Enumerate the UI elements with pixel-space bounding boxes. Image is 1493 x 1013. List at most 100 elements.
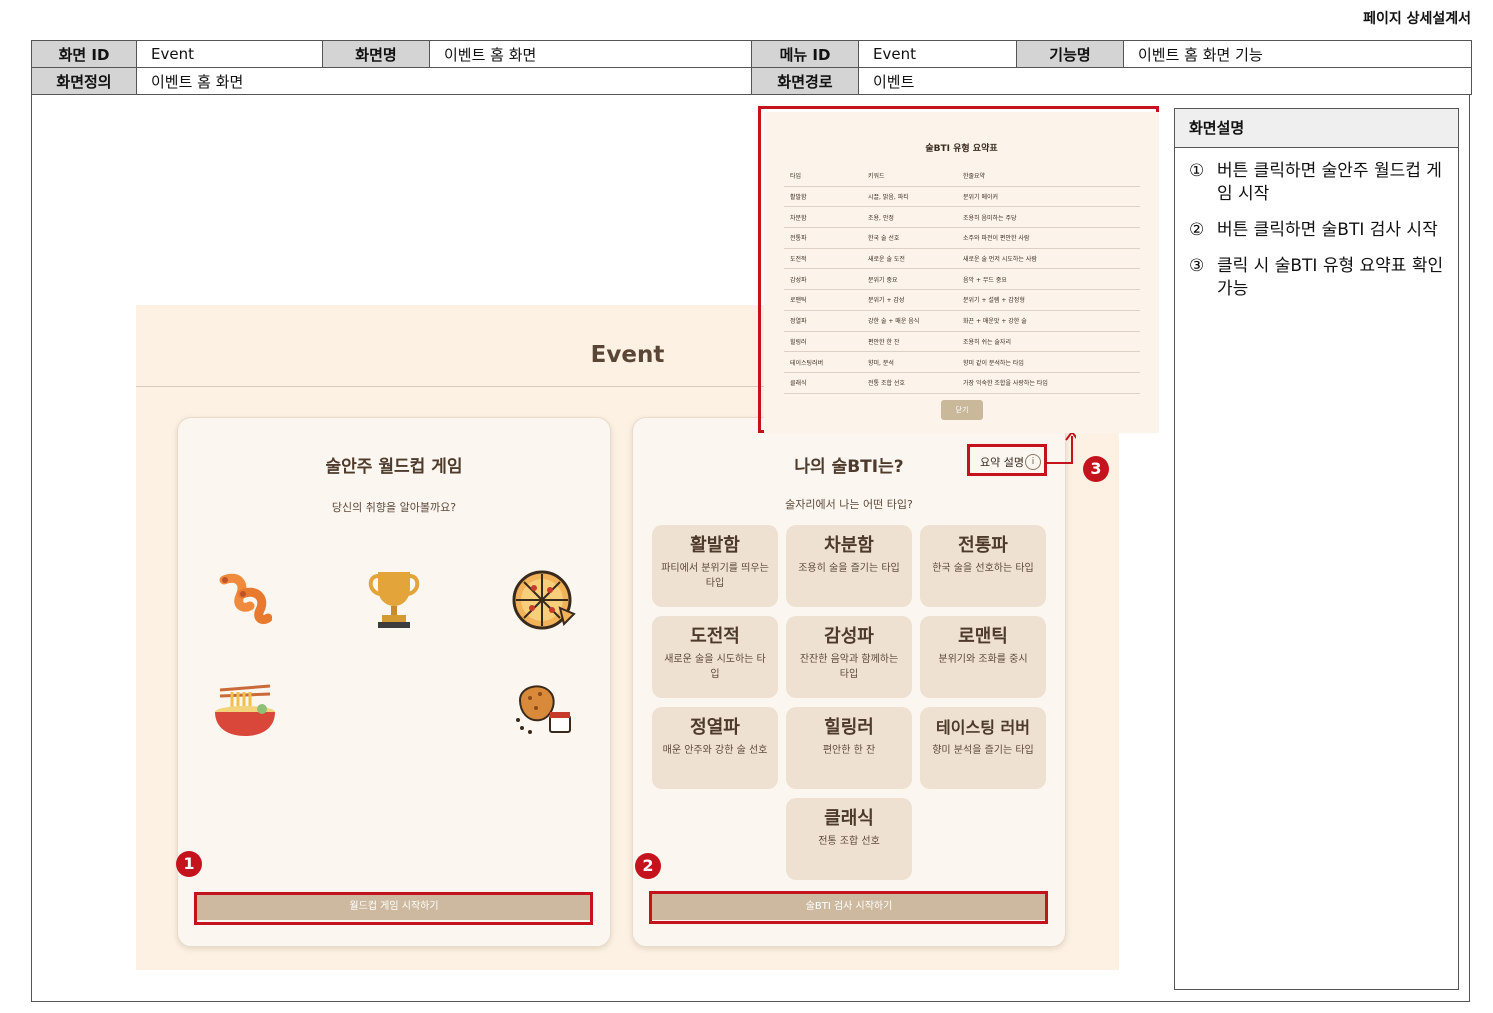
- summary-header-cell: 한줄요약: [957, 166, 1140, 187]
- bti-type-name: 활발함: [690, 535, 740, 556]
- screen-path-value: 이벤트: [858, 67, 1472, 95]
- description-item: ① 버튼 클릭하면 술안주 월드컵 게임 시작: [1189, 160, 1446, 206]
- highlight-box-1: [194, 892, 593, 925]
- summary-cell: 테이스팅러버: [784, 351, 862, 373]
- summary-link-label: 요약 설명: [980, 456, 1024, 469]
- summary-table-row: 정열파 강한 술 + 매운 음식 화끈 + 매운맛 + 강한 술: [784, 310, 1140, 332]
- summary-table: 타입 키워드 한줄요약 활발함 시끌, 밝음, 파티 분위기 메이커 차분함 조용, …: [784, 166, 1140, 394]
- bti-type-desc: 분위기와 조화를 중시: [938, 654, 1028, 665]
- screen-id-value: Event: [136, 40, 323, 68]
- bti-type-tile[interactable]: 힐링러 편안한 한 잔: [786, 707, 912, 789]
- screen-id-label: 화면 ID: [31, 40, 137, 68]
- screen-def-label: 화면정의: [31, 67, 137, 95]
- description-number: ③: [1189, 256, 1205, 276]
- summary-cell: 분위기 메이커: [957, 186, 1140, 208]
- summary-cell: 한국 술 선호: [862, 227, 957, 249]
- summary-cell: 분위기 중요: [862, 268, 957, 291]
- menu-id-value: Event: [858, 40, 1017, 68]
- summary-cell: 향미 같이 분석하는 타입: [957, 351, 1140, 373]
- annotation-badge-2: 2: [635, 853, 661, 879]
- shrimp-icon: [219, 573, 272, 625]
- bti-type-tile[interactable]: 정열파 매운 안주와 강한 술 선호: [652, 707, 778, 789]
- bti-type-tile[interactable]: 전통파 한국 술을 선호하는 타입: [920, 525, 1046, 607]
- summary-table-row: 차분함 조용, 안정 조용히 음미하는 주당: [784, 206, 1140, 229]
- summary-cell: 전통 조합 선호: [862, 372, 957, 394]
- highlight-box-2: [649, 891, 1048, 924]
- summary-cell: 조용, 안정: [862, 206, 957, 229]
- description-text: 버튼 클릭하면 술안주 월드컵 게임 시작: [1217, 161, 1442, 204]
- screen-name-label: 화면명: [322, 40, 430, 68]
- bti-type-name: 전통파: [958, 535, 1008, 556]
- description-header: 화면설명: [1175, 109, 1458, 148]
- summary-cell: 전통파: [784, 227, 862, 249]
- menu-id-label: 메뉴 ID: [751, 40, 859, 68]
- connector-arrow: [1046, 430, 1076, 464]
- summary-table-row: 활발함 시끌, 밝음, 파티 분위기 메이커: [784, 186, 1140, 208]
- bti-type-tile[interactable]: 차분함 조용히 술을 즐기는 타입: [786, 525, 912, 607]
- summary-cell: 클래식: [784, 372, 862, 394]
- bti-type-name: 감성파: [824, 626, 874, 647]
- bti-type-name: 차분함: [824, 535, 874, 556]
- summary-cell: 도전적: [784, 248, 862, 270]
- bti-card: 나의 술BTI는? 술자리에서 나는 어떤 타입? 활발함 파티에서 분위기를 …: [632, 417, 1066, 947]
- summary-cell: 편안한 한 잔: [862, 331, 957, 353]
- summary-table-row: 도전적 새로운 술 도전 새로운 술 먼저 시도하는 사람: [784, 248, 1140, 270]
- summary-cell: 정열파: [784, 310, 862, 332]
- bti-type-desc: 새로운 술을 시도하는 타입: [664, 654, 766, 680]
- description-item: ③ 클릭 시 술BTI 유형 요약표 확인 가능: [1189, 255, 1446, 301]
- bti-type-desc: 향미 분석을 즐기는 타입: [932, 745, 1034, 756]
- summary-cell: 음악 + 무드 중요: [957, 268, 1140, 291]
- info-icon: i: [1025, 454, 1041, 470]
- bti-type-tile[interactable]: 로맨틱 분위기와 조화를 중시: [920, 616, 1046, 698]
- worldcup-title: 술안주 월드컵 게임: [325, 457, 463, 477]
- summary-cell: 조용히 쉬는 술자리: [957, 331, 1140, 353]
- description-text: 버튼 클릭하면 술BTI 검사 시작: [1217, 220, 1438, 240]
- bti-type-desc: 전통 조합 선호: [818, 836, 880, 847]
- bti-type-desc: 매운 안주와 강한 술 선호: [662, 745, 768, 756]
- summary-header-cell: 타입: [784, 166, 862, 187]
- ramen-icon: [215, 684, 275, 736]
- screen-def-value: 이벤트 홈 화면: [136, 67, 752, 95]
- function-name-value: 이벤트 홈 화면 기능: [1123, 40, 1472, 68]
- bti-type-tile[interactable]: 도전적 새로운 술을 시도하는 타입: [652, 616, 778, 698]
- annotation-badge-3: 3: [1083, 456, 1109, 482]
- bti-type-desc: 조용히 술을 즐기는 타입: [798, 563, 900, 574]
- summary-explanation-link[interactable]: 요약 설명 i: [967, 444, 1047, 476]
- bti-type-desc: 한국 술을 선호하는 타입: [932, 563, 1034, 574]
- summary-cell: 힐링러: [784, 331, 862, 353]
- bti-type-tile[interactable]: 감성파 잔잔한 음악과 함께하는 타입: [786, 616, 912, 698]
- summary-cell: 향미, 분석: [862, 351, 957, 373]
- summary-table-row: 클래식 전통 조합 선호 가장 익숙한 조합을 사랑하는 타입: [784, 372, 1140, 394]
- summary-cell: 시끌, 밝음, 파티: [862, 186, 957, 208]
- summary-close-button[interactable]: 닫기: [941, 400, 983, 420]
- bti-type-desc: 파티에서 분위기를 띄우는 타입: [661, 563, 769, 589]
- bti-type-tile[interactable]: 활발함 파티에서 분위기를 띄우는 타입: [652, 525, 778, 607]
- summary-cell: 가장 익숙한 조합을 사랑하는 타입: [957, 372, 1140, 394]
- summary-table-row: 힐링러 편안한 한 잔 조용히 쉬는 술자리: [784, 331, 1140, 353]
- summary-header-cell: 키워드: [862, 166, 957, 187]
- summary-table-row: 테이스팅러버 향미, 분석 향미 같이 분석하는 타입: [784, 351, 1140, 373]
- worldcup-card: 술안주 월드컵 게임 당신의 취향을 알아볼까요? 월드컵 게임 시작하기: [177, 417, 611, 947]
- summary-popup-title: 술BTI 유형 요약표: [925, 144, 998, 154]
- summary-table-row: 전통파 한국 술 선호 소주와 파전이 편안한 사람: [784, 227, 1140, 249]
- summary-cell: 분위기 + 감성: [862, 289, 957, 311]
- bti-type-tile[interactable]: 클래식 전통 조합 선호: [786, 798, 912, 880]
- summary-popup-body: 술BTI 유형 요약표 타입 키워드 한줄요약 활발함 시끌, 밝음, 파티 분위기…: [764, 112, 1159, 433]
- fried-chicken-icon: [516, 685, 571, 734]
- bti-type-name: 정열파: [690, 717, 740, 738]
- annotation-badge-1: 1: [176, 851, 202, 877]
- bti-type-tile[interactable]: 테이스팅 러버 향미 분석을 즐기는 타입: [920, 707, 1046, 789]
- summary-cell: 새로운 술 도전: [862, 248, 957, 270]
- function-name-label: 기능명: [1016, 40, 1124, 68]
- pizza-icon: [512, 570, 576, 630]
- summary-table-row: 로맨틱 분위기 + 감성 분위기 + 설렘 + 감정형: [784, 289, 1140, 311]
- document-title: 페이지 상세설계서: [1363, 11, 1471, 27]
- screen-name-value: 이벤트 홈 화면: [429, 40, 752, 68]
- summary-cell: 로맨틱: [784, 289, 862, 311]
- bti-type-desc: 잔잔한 음악과 함께하는 타입: [799, 654, 899, 680]
- screen-meta-table: 화면 ID Event 화면명 이벤트 홈 화면 메뉴 ID Event 기능명…: [31, 40, 1472, 95]
- summary-cell: 강한 술 + 매운 음식: [862, 310, 957, 332]
- description-number: ②: [1189, 220, 1205, 240]
- description-item: ② 버튼 클릭하면 술BTI 검사 시작: [1189, 219, 1446, 242]
- worldcup-subtitle: 당신의 취향을 알아볼까요?: [331, 501, 457, 514]
